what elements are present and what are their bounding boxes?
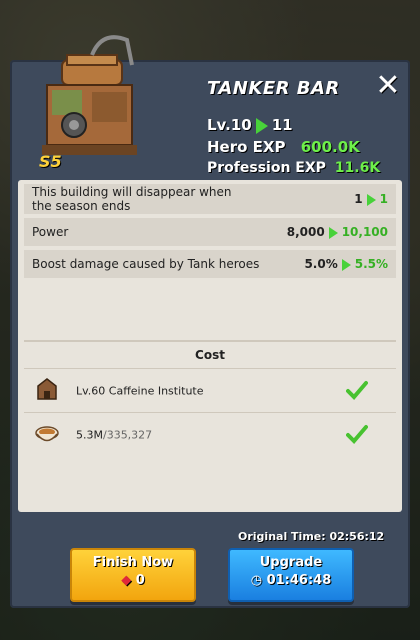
hero-exp-row: Hero EXP 600.0K [207, 138, 360, 156]
stat-value: 5.0% 5.5% [304, 257, 388, 271]
stat-label: This building will disappear when the se… [32, 185, 232, 213]
clock-icon: ◷ [250, 573, 263, 588]
level-current: Lv.10 [207, 116, 252, 134]
cost-item-building: Lv.60 Caffeine Institute [24, 368, 396, 413]
cost-item-text: Lv.60 Caffeine Institute [76, 384, 204, 398]
stat-label: Boost damage caused by Tank heroes [32, 257, 260, 271]
cost-header: Cost [24, 340, 396, 368]
season-badge: S5 [39, 152, 62, 171]
building-icon [37, 378, 57, 400]
stat-row-boost: Boost damage caused by Tank heroes 5.0% 5… [24, 250, 396, 278]
building-title: TANKER BAR [207, 78, 340, 99]
upgrade-details: This building will disappear when the se… [18, 180, 402, 512]
finish-now-label: Finish Now [92, 555, 174, 570]
gem-icon: ◆ [121, 573, 132, 588]
finish-now-button[interactable]: Finish Now ◆ 0 [70, 548, 196, 602]
checkmark-icon [346, 425, 368, 444]
stat-row-season: This building will disappear when the se… [24, 184, 396, 214]
arrow-icon [255, 117, 268, 134]
profession-exp-row: Profession EXP 11.6K [207, 160, 380, 176]
coffee-cup-icon [35, 426, 59, 442]
upgrade-time: ◷ 01:46:48 [250, 573, 332, 588]
level-row: Lv.10 11 [207, 116, 293, 134]
upgrade-label: Upgrade [259, 555, 323, 570]
stat-label: Power [32, 225, 69, 239]
stat-row-power: Power 8,000 10,100 [24, 218, 396, 246]
cost-item-coffee: 5.3M/335,327 [24, 412, 396, 457]
level-next: 11 [271, 116, 293, 134]
hero-exp-label: Hero EXP [207, 138, 286, 156]
profession-exp-value: 11.6K [334, 160, 381, 176]
checkmark-icon [346, 381, 368, 400]
upgrade-button[interactable]: Upgrade ◷ 01:46:48 [228, 548, 354, 602]
building-upgrade-panel: S5 TANKER BAR ✕ Lv.10 11 Hero EXP 600.0K … [10, 35, 410, 608]
cost-item-amount: 5.3M/335,327 [76, 428, 153, 442]
hero-exp-value: 600.0K [300, 138, 360, 156]
stat-value: 11 [354, 192, 388, 206]
original-time: Original Time: 02:56:12 [238, 530, 385, 543]
panel-header: S5 TANKER BAR ✕ Lv.10 11 Hero EXP 600.0K … [10, 35, 410, 178]
finish-now-cost: ◆ 0 [121, 573, 145, 588]
close-icon[interactable]: ✕ [374, 71, 402, 101]
profession-exp-label: Profession EXP [207, 160, 326, 176]
tanker-bar-building-icon [42, 35, 137, 155]
stat-value: 8,000 10,100 [286, 225, 388, 239]
